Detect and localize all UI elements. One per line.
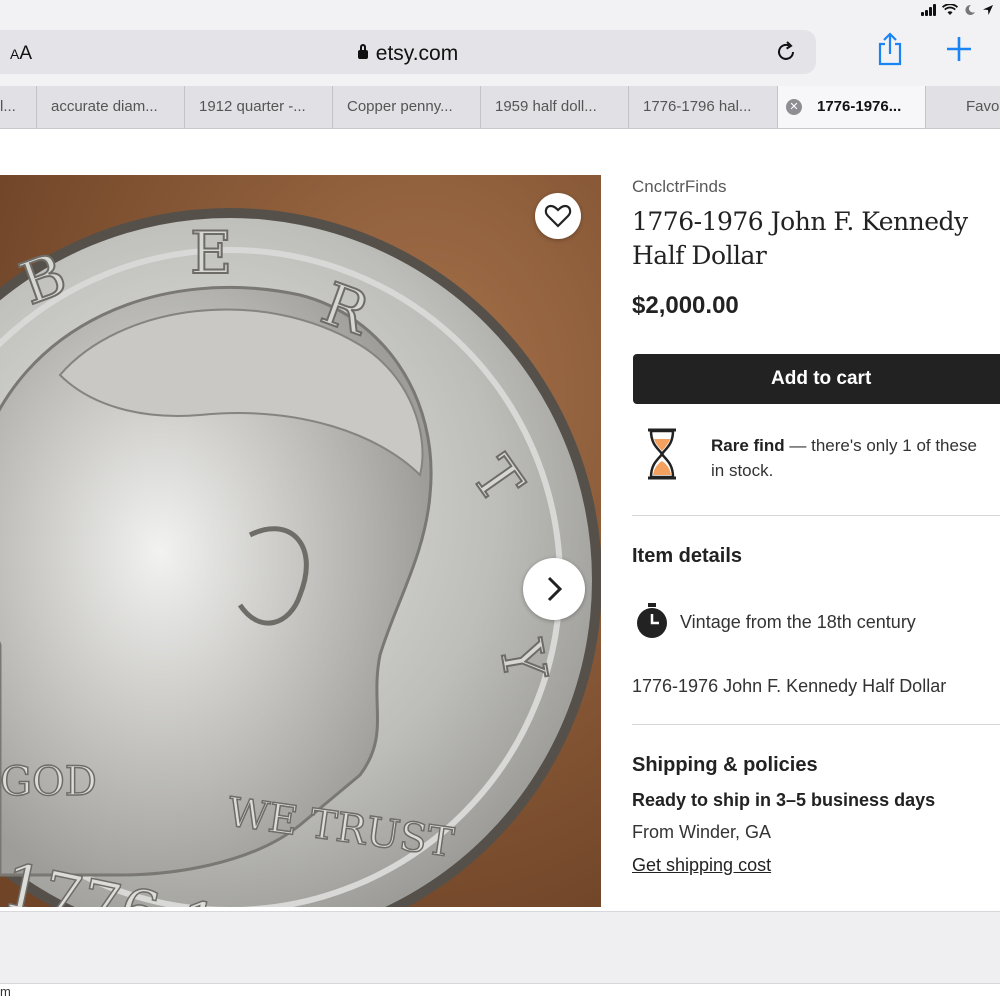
ships-from-text: From Winder, GA bbox=[632, 822, 772, 842]
tab-label: Copper penny... bbox=[347, 98, 453, 115]
url-text: etsy.com bbox=[375, 42, 459, 65]
plus-icon[interactable] bbox=[944, 34, 974, 64]
listing-title: 1776-1976 John F. Kennedy Half Dollar bbox=[632, 207, 968, 270]
etsy-listing-page: B E R T Y GOD WE TRUST 1776-1976 Cnclctr… bbox=[0, 129, 1000, 911]
tab-bar: l... accurate diam... 1912 quarter -... … bbox=[0, 86, 1000, 129]
tab-label: 1959 half doll... bbox=[495, 98, 597, 115]
tab-4[interactable]: Copper penny... bbox=[333, 86, 481, 128]
hourglass-icon bbox=[648, 428, 676, 480]
clock-icon bbox=[637, 603, 667, 638]
next-image-chevron-right-icon[interactable] bbox=[523, 558, 585, 620]
rare-find-text: — there's only 1 of these bbox=[784, 436, 977, 455]
rare-find-bold: Rare find bbox=[711, 436, 785, 455]
tab-favorites[interactable]: Favo bbox=[926, 86, 1000, 128]
divider bbox=[632, 724, 1000, 725]
status-icons bbox=[921, 4, 994, 16]
tab-label: l... bbox=[0, 98, 16, 115]
get-shipping-cost-link[interactable]: Get shipping cost bbox=[632, 855, 771, 876]
tab-label: Favo bbox=[966, 98, 1000, 115]
status-bar bbox=[0, 0, 1000, 24]
tab-active[interactable]: ✕ 1776-1976... bbox=[778, 86, 926, 128]
bottom-strip-text: m bbox=[0, 984, 11, 999]
lock-icon bbox=[357, 44, 368, 59]
signal-icon bbox=[921, 4, 936, 16]
browser-toolbar: AA etsy.com bbox=[0, 24, 1000, 86]
location-icon bbox=[983, 5, 993, 15]
listing-price: $2,000.00 bbox=[632, 292, 739, 319]
ready-to-ship-text: Ready to ship in 3–5 business days bbox=[632, 790, 936, 810]
rare-find-line2: in stock. bbox=[711, 461, 774, 480]
divider bbox=[632, 515, 1000, 516]
tab-label: 1776-1796 hal... bbox=[643, 98, 752, 115]
tab-label: accurate diam... bbox=[51, 98, 158, 115]
wifi-icon bbox=[942, 4, 958, 15]
add-to-cart-label: Add to cart bbox=[771, 368, 872, 389]
vintage-text: Vintage from the 18th century bbox=[680, 612, 916, 632]
item-details-heading[interactable]: Item details bbox=[632, 545, 742, 568]
coin-god-text: GOD bbox=[0, 759, 97, 805]
bottom-toolbar bbox=[0, 911, 1000, 984]
favorite-heart-icon[interactable] bbox=[535, 193, 581, 239]
share-icon[interactable] bbox=[876, 32, 904, 66]
tab-3[interactable]: 1912 quarter -... bbox=[185, 86, 333, 128]
listing-photo[interactable]: B E R T Y GOD WE TRUST 1776-1976 bbox=[0, 175, 601, 907]
tab-5[interactable]: 1959 half doll... bbox=[481, 86, 629, 128]
tab-label: 1912 quarter -... bbox=[199, 98, 306, 115]
tab-6[interactable]: 1776-1796 hal... bbox=[629, 86, 778, 128]
add-to-cart-button[interactable]: Add to cart bbox=[633, 354, 1000, 404]
moon-icon bbox=[965, 4, 975, 15]
address-bar[interactable]: AA etsy.com bbox=[0, 30, 816, 74]
shipping-policies-heading[interactable]: Shipping & policies bbox=[632, 754, 818, 777]
tab-label: 1776-1976... bbox=[817, 98, 902, 115]
bottom-strip: m bbox=[0, 983, 1000, 1001]
tab-2[interactable]: accurate diam... bbox=[37, 86, 185, 128]
rare-find-notice: Rare find — there's only 1 of these in s… bbox=[711, 433, 1000, 483]
item-description: 1776-1976 John F. Kennedy Half Dollar bbox=[632, 676, 947, 696]
reload-icon[interactable] bbox=[774, 40, 798, 64]
close-tab-icon[interactable]: ✕ bbox=[786, 99, 802, 115]
tab-1[interactable]: l... bbox=[0, 86, 37, 128]
svg-text:E: E bbox=[190, 219, 232, 287]
coin-image: B E R T Y GOD WE TRUST 1776-1976 bbox=[0, 175, 601, 907]
shop-name[interactable]: CnclctrFinds bbox=[632, 177, 726, 197]
url-display[interactable]: etsy.com bbox=[0, 42, 826, 66]
